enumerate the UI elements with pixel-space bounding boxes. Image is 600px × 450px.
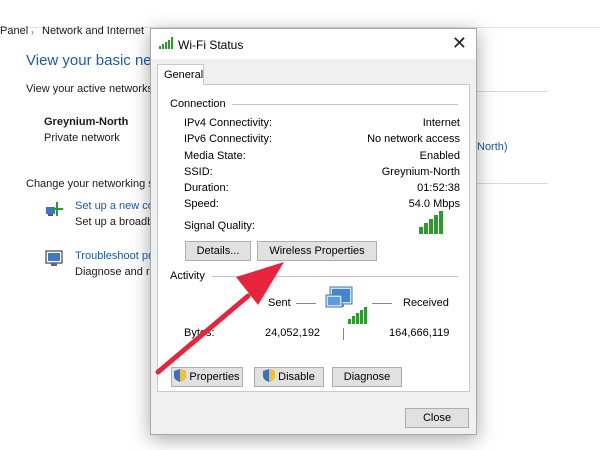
ssid-label: SSID: xyxy=(184,166,213,178)
general-panel: Connection IPv4 Connectivity: Internet I… xyxy=(157,84,470,392)
setup-connection-link[interactable]: Set up a new co xyxy=(75,200,154,212)
bytes-received-value: 164,666,119 xyxy=(389,327,450,339)
address-bar xyxy=(0,0,600,28)
properties-button-label: Properties xyxy=(189,371,240,383)
dialog-title: Wi-Fi Status xyxy=(178,38,244,52)
received-label: Received xyxy=(403,297,449,309)
ipv6-value: No network access xyxy=(367,133,460,145)
divider xyxy=(212,276,458,277)
bytes-label: Bytes: xyxy=(184,327,215,339)
diagnose-button[interactable]: Diagnose xyxy=(332,367,402,387)
active-networks-label: View your active networks xyxy=(26,83,153,95)
divider xyxy=(232,104,458,105)
network-computers-icon xyxy=(324,285,370,328)
troubleshoot-desc: Diagnose and re xyxy=(75,266,156,278)
disable-button-label: Disable xyxy=(278,371,315,383)
connection-group-label: Connection xyxy=(170,98,226,110)
setup-connection-desc: Set up a broadb xyxy=(75,216,154,228)
page-title: View your basic net xyxy=(26,52,156,69)
troubleshoot-icon xyxy=(45,250,65,271)
change-settings-label: Change your networking s xyxy=(26,178,154,190)
bytes-sent-value: 24,052,192 xyxy=(265,327,321,339)
signal-quality-label: Signal Quality: xyxy=(184,220,255,232)
properties-button[interactable]: Properties xyxy=(171,367,243,387)
wireless-properties-button[interactable]: Wireless Properties xyxy=(257,241,377,261)
disable-button[interactable]: Disable xyxy=(254,367,324,387)
troubleshoot-link[interactable]: Troubleshoot pr xyxy=(75,250,152,262)
tab-general[interactable]: General xyxy=(157,64,204,85)
wifi-status-dialog: Wi-Fi Status ✕ General Connection IPv4 C… xyxy=(150,28,477,435)
received-line xyxy=(372,303,392,304)
signal-quality-bars-icon xyxy=(419,210,445,237)
setup-connection-icon xyxy=(45,200,67,223)
breadcrumb-network-internet[interactable]: Network and Internet xyxy=(42,25,144,37)
details-button[interactable]: Details... xyxy=(185,241,251,261)
breadcrumb-control-panel[interactable]: Panel xyxy=(0,25,28,37)
media-state-label: Media State: xyxy=(184,150,246,162)
shield-icon xyxy=(174,369,187,385)
ssid-value: Greynium-North xyxy=(381,166,460,178)
dialog-titlebar[interactable]: Wi-Fi Status ✕ xyxy=(151,29,476,59)
network-name: Greynium-North xyxy=(44,116,129,128)
ipv4-value: Internet xyxy=(422,117,460,129)
shield-icon xyxy=(263,369,276,385)
media-state-value: Enabled xyxy=(419,150,460,162)
speed-value: 54.0 Mbps xyxy=(408,198,460,210)
duration-label: Duration: xyxy=(184,182,229,194)
duration-value: 01:52:38 xyxy=(417,182,460,194)
sent-label: Sent xyxy=(268,297,291,309)
activity-group-label: Activity xyxy=(170,270,205,282)
ipv4-label: IPv4 Connectivity: xyxy=(184,117,273,129)
sent-line xyxy=(296,303,316,304)
connection-link[interactable]: North) xyxy=(477,141,508,153)
activity-separator xyxy=(343,328,344,340)
wifi-signal-icon xyxy=(159,37,174,52)
network-type: Private network xyxy=(44,132,120,144)
speed-label: Speed: xyxy=(184,198,219,210)
close-icon[interactable]: ✕ xyxy=(452,33,467,53)
breadcrumb-separator: › xyxy=(31,27,34,37)
ipv6-label: IPv6 Connectivity: xyxy=(184,133,273,145)
close-button[interactable]: Close xyxy=(405,408,469,428)
